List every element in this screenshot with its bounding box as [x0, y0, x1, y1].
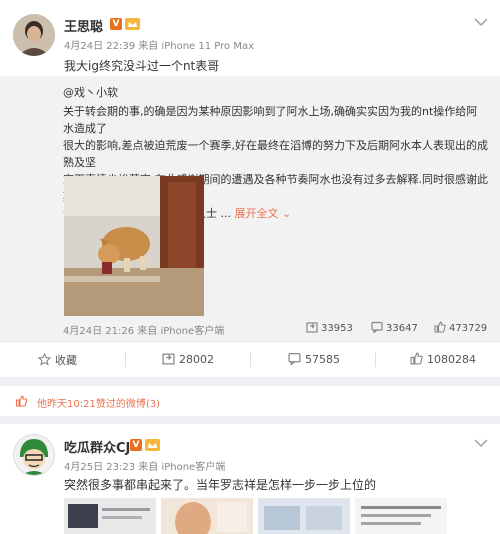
avatar[interactable]: [13, 434, 55, 476]
reposted-content[interactable]: @戏丶小软 关于转会期的事,的确是因为某种原因影响到了阿水上场,确确实实因为我的…: [0, 76, 500, 341]
post-image[interactable]: [64, 498, 156, 534]
favorite-button[interactable]: 收藏: [37, 352, 77, 368]
comment-icon: [288, 352, 301, 366]
expand-full-text-link[interactable]: 展开全文: [235, 207, 279, 220]
repost-label: 28002: [179, 353, 214, 366]
post-time[interactable]: 4月24日 22:39: [64, 41, 135, 52]
repost-meta: 4月24日 21:26 来自 iPhone客户端: [63, 322, 224, 337]
verified-badge-icon: V: [130, 439, 142, 451]
repost-line: 很大的影响,差点被迫荒废一个赛季,好在最终在滔博的努力下及后期阿水本人表现出的成…: [63, 139, 488, 169]
crown-level-icon: [125, 18, 140, 30]
repost-source: 来自 iPhone客户端: [137, 326, 225, 337]
post-source: 来自 iPhone客户端: [138, 462, 226, 473]
weibo-post-card: 王思聪 V 4月24日 22:39 来自 iPhone 11 Pro Max 我…: [0, 0, 500, 377]
post-image[interactable]: [258, 498, 350, 534]
repost-count[interactable]: 33953: [306, 321, 353, 334]
author-name[interactable]: 吃瓜群众CJ: [64, 437, 130, 456]
post-meta: 4月25日 23:23 来自 iPhone客户端: [64, 458, 225, 473]
repost-button[interactable]: 28002: [162, 352, 214, 366]
comment-button[interactable]: 57585: [288, 352, 340, 366]
liked-posts-bar[interactable]: 他昨天10:21赞过的微博(3): [0, 386, 500, 416]
repost-count-value: 33953: [321, 323, 353, 334]
star-icon: [37, 352, 52, 366]
comment-icon: [371, 321, 383, 334]
comment-label: 57585: [305, 353, 340, 366]
post-photo[interactable]: [64, 176, 204, 316]
like-count[interactable]: 473729: [434, 321, 487, 334]
repost-time[interactable]: 4月24日 21:26: [63, 326, 134, 337]
like-label: 1080284: [427, 353, 476, 366]
divider: [125, 352, 126, 367]
divider: [375, 352, 376, 367]
avatar[interactable]: [13, 14, 55, 56]
post-text: 我大ig终究没斗过一个nt表哥: [64, 59, 220, 73]
verified-badge-icon: V: [110, 18, 122, 30]
repost-icon: [162, 353, 175, 365]
comment-count-value: 33647: [386, 323, 418, 334]
repost-author[interactable]: @戏丶小软: [63, 84, 118, 100]
post-image[interactable]: [161, 498, 253, 534]
chevron-down-icon[interactable]: ⌄: [279, 207, 291, 220]
chevron-down-icon[interactable]: [474, 438, 488, 448]
thumbs-up-icon: [15, 395, 28, 407]
chevron-down-icon[interactable]: [474, 17, 488, 27]
weibo-post-card: 吃瓜群众CJ V 4月25日 23:23 来自 iPhone客户端 突然很多事都…: [0, 424, 500, 534]
post-image[interactable]: [355, 498, 447, 534]
thumbs-up-icon: [434, 321, 446, 333]
post-time[interactable]: 4月25日 23:23: [64, 462, 135, 473]
post-text: 突然很多事都串起来了。当年罗志祥是怎样一步一步上位的: [64, 478, 377, 492]
repost-line: 关于转会期的事,的确是因为某种原因影响到了阿水上场,确确实实因为我的nt操作给阿…: [63, 105, 478, 135]
divider: [250, 352, 251, 367]
action-bar: 收藏 28002 57585 1080284: [0, 341, 500, 377]
comment-count[interactable]: 33647: [371, 321, 418, 334]
thumbs-up-icon: [410, 352, 423, 365]
repost-icon: [306, 322, 318, 333]
crown-level-icon: [145, 439, 160, 451]
favorite-label: 收藏: [55, 354, 77, 367]
post-meta: 4月24日 22:39 来自 iPhone 11 Pro Max: [64, 37, 254, 52]
liked-posts-text[interactable]: 他昨天10:21赞过的微博(3): [37, 395, 160, 410]
like-count-value: 473729: [449, 323, 488, 334]
like-button[interactable]: 1080284: [410, 352, 476, 366]
post-source: 来自 iPhone 11 Pro Max: [138, 41, 255, 52]
author-name[interactable]: 王思聪: [64, 16, 103, 35]
